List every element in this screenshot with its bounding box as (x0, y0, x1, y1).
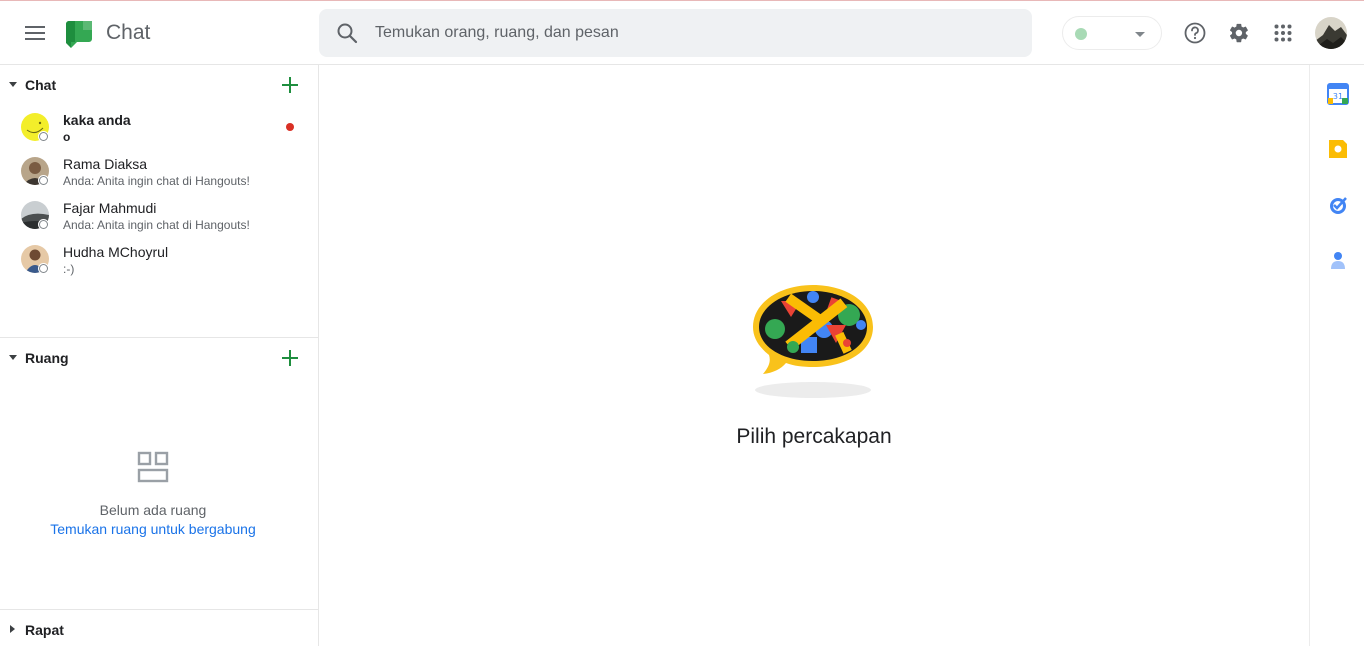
search-icon[interactable] (335, 21, 359, 45)
add-chat-button[interactable] (278, 73, 302, 97)
chat-logo-icon (66, 21, 92, 48)
search-bar[interactable] (319, 9, 1032, 57)
apps-button[interactable] (1267, 17, 1299, 49)
status-selector[interactable] (1062, 16, 1162, 50)
unread-badge (286, 123, 294, 131)
presence-indicator (38, 263, 49, 274)
chat-item-rama-diaksa[interactable]: Rama Diaksa Anda: Anita ingin chat di Ha… (0, 149, 318, 193)
rooms-section-label: Ruang (25, 350, 69, 366)
rooms-section-header[interactable]: Ruang (0, 338, 318, 378)
add-room-button[interactable] (278, 346, 302, 370)
chat-item-hudha-mchoyrul[interactable]: Hudha MChoyrul :-) (0, 237, 318, 281)
status-dot (1075, 28, 1087, 40)
main-panel: Pilih percakapan (319, 65, 1309, 646)
chat-item-fajar-mahmudi[interactable]: Fajar Mahmudi Anda: Anita ingin chat di … (0, 193, 318, 237)
apps-grid-icon (1274, 24, 1292, 42)
gear-icon (1229, 23, 1248, 43)
settings-button[interactable] (1223, 17, 1255, 49)
side-panel-rail: 31 (1309, 65, 1364, 646)
hamburger-menu-icon (25, 26, 45, 40)
account-avatar-image (1315, 17, 1347, 49)
contacts-icon[interactable] (1327, 249, 1349, 271)
keep-icon[interactable] (1327, 138, 1349, 160)
chat-section-header[interactable]: Chat (0, 65, 318, 105)
rooms-icon (137, 451, 169, 483)
help-button[interactable] (1179, 17, 1211, 49)
chat-item-name: Fajar Mahmudi (63, 200, 157, 216)
help-icon (1184, 22, 1206, 44)
chevron-down-icon (9, 82, 17, 87)
calendar-icon[interactable]: 31 (1327, 83, 1349, 105)
conversation-illustration (753, 285, 873, 398)
tasks-icon[interactable] (1327, 194, 1349, 216)
presence-indicator (38, 219, 49, 230)
chevron-down-icon (1135, 32, 1145, 37)
chevron-right-icon (10, 625, 15, 633)
chat-item-snippet: Anda: Anita ingin chat di Hangouts! (63, 218, 250, 232)
chat-item-name: Hudha MChoyrul (63, 244, 169, 260)
chat-item-snippet: :-) (63, 262, 75, 276)
chat-list: kaka anda o Rama Diaksa Anda: Anita ingi… (0, 105, 318, 281)
main-menu-button[interactable] (17, 15, 53, 51)
presence-indicator (38, 131, 49, 142)
chat-section-label: Chat (25, 77, 57, 93)
svg-text:31: 31 (1333, 92, 1343, 101)
search-input[interactable] (375, 9, 1015, 57)
chat-item-kaka-anda[interactable]: kaka anda o (0, 105, 318, 149)
empty-state-title: Pilih percakapan (736, 425, 892, 448)
left-sidebar: Chat kaka anda o Rama Diaksa Anda: Anita… (0, 65, 319, 646)
chat-item-name: kaka anda (63, 112, 131, 128)
chat-item-snippet: Anda: Anita ingin chat di Hangouts! (63, 174, 250, 188)
chevron-down-icon (9, 355, 17, 360)
account-avatar[interactable] (1315, 17, 1347, 49)
top-bar: Chat (0, 1, 1364, 65)
chat-item-snippet: o (63, 130, 71, 144)
chat-item-name: Rama Diaksa (63, 156, 148, 172)
rooms-empty-title: Belum ada ruang (99, 502, 207, 518)
app-title: Chat (106, 21, 151, 44)
presence-indicator (38, 175, 49, 186)
meet-section-header[interactable]: Rapat (0, 610, 318, 650)
find-rooms-link[interactable]: Temukan ruang untuk bergabung (0, 521, 306, 537)
meet-section-label: Rapat (25, 622, 64, 638)
